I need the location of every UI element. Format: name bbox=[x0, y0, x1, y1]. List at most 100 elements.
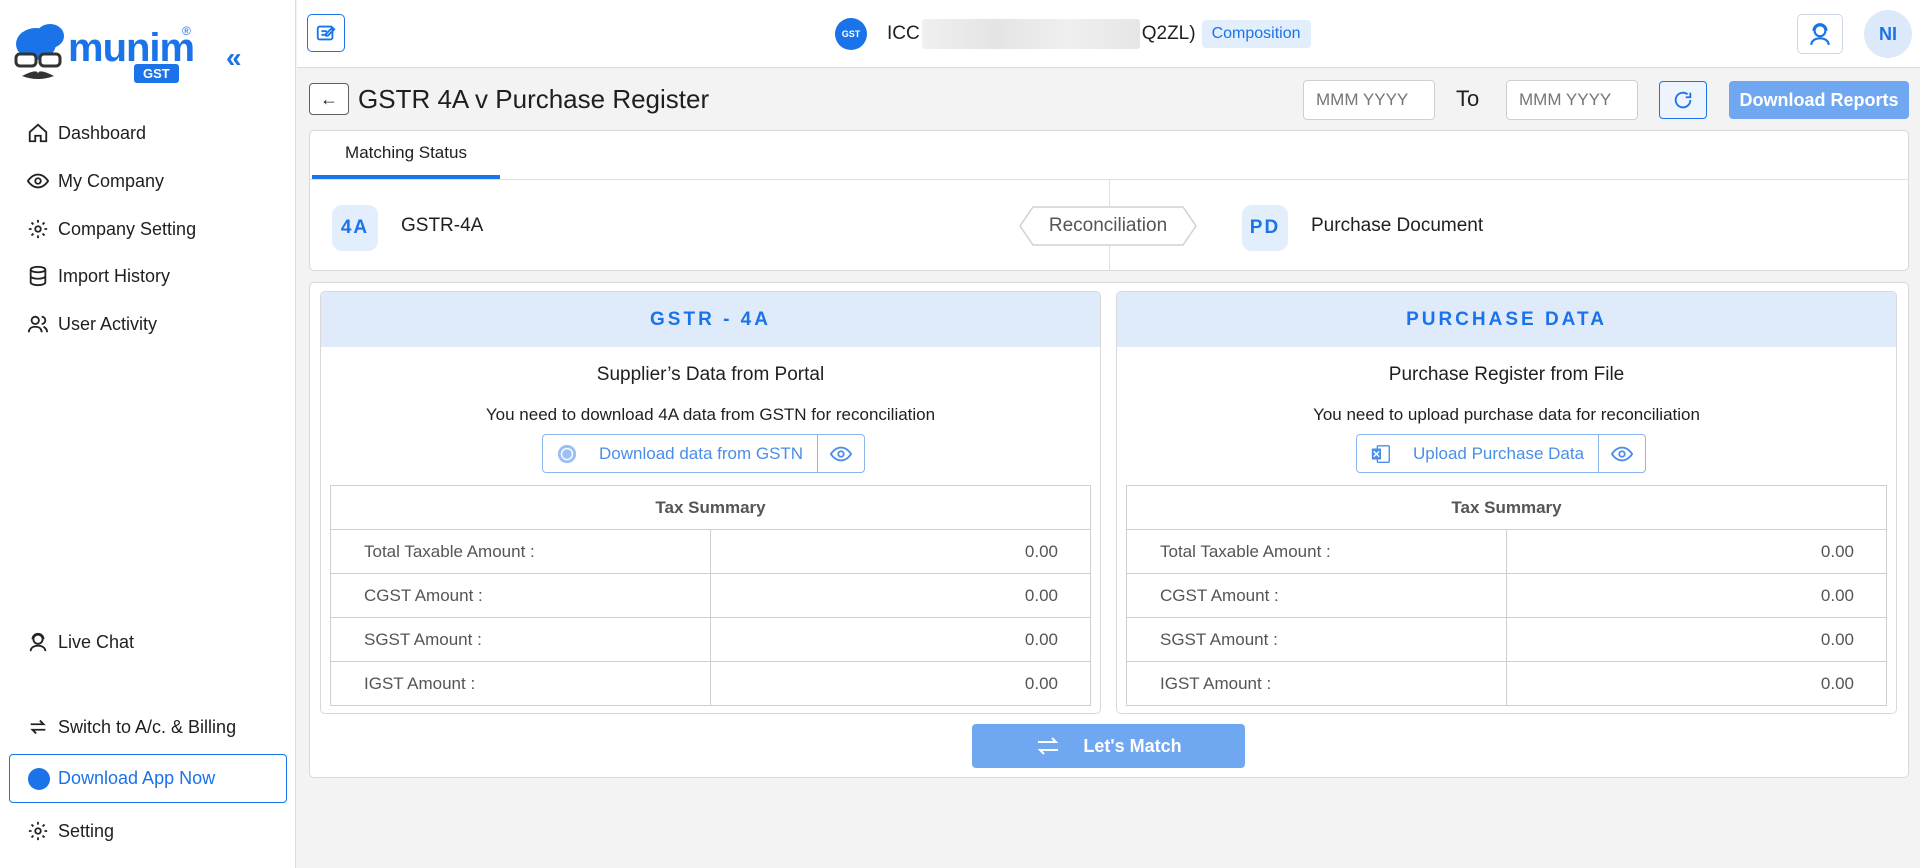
table-row: CGST Amount :0.00 bbox=[1126, 573, 1887, 618]
row-value: 0.00 bbox=[1506, 529, 1887, 574]
gstr4a-tax-summary-table: Tax Summary Total Taxable Amount :0.00 C… bbox=[330, 485, 1091, 706]
row-label: SGST Amount : bbox=[330, 617, 711, 662]
row-value: 0.00 bbox=[710, 529, 1091, 574]
refresh-button[interactable] bbox=[1659, 81, 1707, 119]
double-chevron-left-icon: « bbox=[226, 42, 242, 73]
sidebar-item-my-company[interactable]: My Company bbox=[26, 165, 164, 197]
table-row: Total Taxable Amount :0.00 bbox=[1126, 529, 1887, 574]
lets-match-label: Let's Match bbox=[1083, 735, 1182, 756]
refresh-icon bbox=[1674, 91, 1692, 109]
row-label: IGST Amount : bbox=[1126, 661, 1507, 706]
munim-logo[interactable]: munim ® GST bbox=[14, 22, 195, 88]
eye-icon bbox=[830, 446, 853, 461]
purchase-card-heading: PURCHASE DATA bbox=[1117, 292, 1896, 347]
redacted-company-name bbox=[921, 19, 1140, 49]
tax-summary-title: Tax Summary bbox=[1126, 485, 1887, 530]
user-avatar[interactable]: NI bbox=[1864, 10, 1912, 58]
table-row: Total Taxable Amount :0.00 bbox=[330, 529, 1091, 574]
upload-purchase-button[interactable]: Upload Purchase Data bbox=[1357, 435, 1600, 472]
reconciliation-container: GSTR - 4A Supplier’s Data from Portal Yo… bbox=[309, 282, 1909, 778]
tax-summary-title: Tax Summary bbox=[330, 485, 1091, 530]
sidebar-item-import-history[interactable]: Import History bbox=[26, 260, 170, 292]
sidebar: munim ® GST « Dashboard My Company Compa… bbox=[0, 0, 296, 868]
from-month-input[interactable] bbox=[1303, 80, 1435, 120]
table-header-row: Tax Summary bbox=[1126, 485, 1887, 530]
row-label: SGST Amount : bbox=[1126, 617, 1507, 662]
purchase-document-label: Purchase Document bbox=[1311, 215, 1484, 236]
cloud-glasses-icon bbox=[14, 24, 64, 79]
support-button[interactable] bbox=[1797, 14, 1843, 54]
row-label: CGST Amount : bbox=[1126, 573, 1507, 618]
sidebar-item-dashboard[interactable]: Dashboard bbox=[26, 117, 146, 149]
swap-arrows-icon bbox=[26, 715, 50, 739]
logo-registered: ® bbox=[182, 24, 191, 38]
row-label: IGST Amount : bbox=[330, 661, 711, 706]
gstr4a-action-group: Download data from GSTN bbox=[542, 434, 866, 473]
to-month-input[interactable] bbox=[1506, 80, 1638, 120]
row-value: 0.00 bbox=[710, 617, 1091, 662]
logo-gst-badge: GST bbox=[134, 64, 179, 83]
live-chat-button[interactable]: Live Chat bbox=[26, 626, 134, 658]
gstr4a-subtitle: Supplier’s Data from Portal bbox=[596, 364, 825, 385]
home-icon bbox=[26, 121, 50, 145]
table-row: SGST Amount :0.00 bbox=[1126, 617, 1887, 662]
sidebar-item-user-activity[interactable]: User Activity bbox=[26, 308, 157, 340]
back-button[interactable]: ← bbox=[309, 83, 349, 115]
support-agent-icon bbox=[26, 630, 50, 654]
table-row: IGST Amount :0.00 bbox=[330, 661, 1091, 706]
lets-match-button[interactable]: Let's Match bbox=[972, 724, 1245, 768]
top-bar: GST ICC Q2ZL) Composition NI bbox=[297, 0, 1920, 68]
purchase-action-group: Upload Purchase Data bbox=[1356, 434, 1647, 473]
download-gstn-button[interactable]: Download data from GSTN bbox=[543, 435, 819, 472]
switch-billing-button[interactable]: Switch to A/c. & Billing bbox=[26, 711, 236, 743]
purchase-document-badge: PD bbox=[1242, 205, 1288, 251]
eye-icon bbox=[26, 169, 50, 193]
view-gstn-data-button[interactable] bbox=[818, 435, 864, 472]
page-title: GSTR 4A v Purchase Register bbox=[358, 84, 710, 114]
composition-badge: Composition bbox=[1201, 20, 1311, 48]
view-purchase-data-button[interactable] bbox=[1599, 435, 1645, 472]
table-row: IGST Amount :0.00 bbox=[1126, 661, 1887, 706]
purchase-subtitle: Purchase Register from File bbox=[1388, 364, 1625, 385]
sidebar-item-label: Company Setting bbox=[58, 218, 197, 239]
gstr4a-card-heading: GSTR - 4A bbox=[321, 292, 1100, 347]
download-reports-button[interactable]: Download Reports bbox=[1729, 81, 1909, 119]
row-value: 0.00 bbox=[710, 573, 1091, 618]
row-label: Total Taxable Amount : bbox=[1126, 529, 1507, 574]
matching-status-panel: Matching Status 4A GSTR-4A Reconciliatio… bbox=[309, 130, 1909, 271]
gstr4a-card: GSTR - 4A Supplier’s Data from Portal Yo… bbox=[320, 291, 1101, 714]
row-value: 0.00 bbox=[710, 661, 1091, 706]
reconciliation-indicator: Reconciliation bbox=[1019, 206, 1197, 246]
row-value: 0.00 bbox=[1506, 573, 1887, 618]
gst-seal-text: GST bbox=[841, 29, 861, 39]
sidebar-item-company-setting[interactable]: Company Setting bbox=[26, 213, 196, 245]
swap-arrows-icon bbox=[1037, 737, 1059, 755]
download-app-label: Download App Now bbox=[58, 768, 216, 788]
gst-app-icon bbox=[28, 767, 50, 790]
sidebar-item-label: User Activity bbox=[58, 313, 158, 334]
eye-icon bbox=[1611, 446, 1634, 461]
sidebar-item-setting[interactable]: Setting bbox=[26, 815, 114, 847]
collapse-sidebar-button[interactable]: « bbox=[226, 42, 242, 74]
download-app-button[interactable]: Download App Now bbox=[9, 754, 287, 803]
sidebar-item-label: Setting bbox=[58, 820, 115, 841]
purchase-tax-summary-table: Tax Summary Total Taxable Amount :0.00 C… bbox=[1126, 485, 1887, 706]
edit-document-icon bbox=[316, 25, 336, 41]
gear-icon bbox=[26, 217, 50, 241]
row-value: 0.00 bbox=[1506, 617, 1887, 662]
sidebar-item-label: My Company bbox=[58, 170, 165, 191]
users-icon bbox=[26, 312, 50, 336]
gst-seal-icon bbox=[555, 442, 579, 466]
gstr4a-label: GSTR-4A bbox=[401, 215, 484, 236]
company-selector[interactable]: GST ICC Q2ZL) Composition bbox=[835, 18, 1311, 50]
table-row: SGST Amount :0.00 bbox=[330, 617, 1091, 662]
purchase-data-card: PURCHASE DATA Purchase Register from Fil… bbox=[1116, 291, 1897, 714]
upload-purchase-label: Upload Purchase Data bbox=[1413, 443, 1585, 463]
company-name-suffix: Q2ZL) bbox=[1141, 23, 1196, 44]
arrow-left-icon: ← bbox=[320, 88, 338, 109]
edit-company-button[interactable] bbox=[307, 14, 345, 52]
sidebar-item-label: Dashboard bbox=[58, 122, 147, 143]
switch-billing-label: Switch to A/c. & Billing bbox=[58, 716, 237, 737]
to-label: To bbox=[1456, 86, 1480, 111]
tab-matching-status[interactable]: Matching Status bbox=[312, 131, 500, 179]
